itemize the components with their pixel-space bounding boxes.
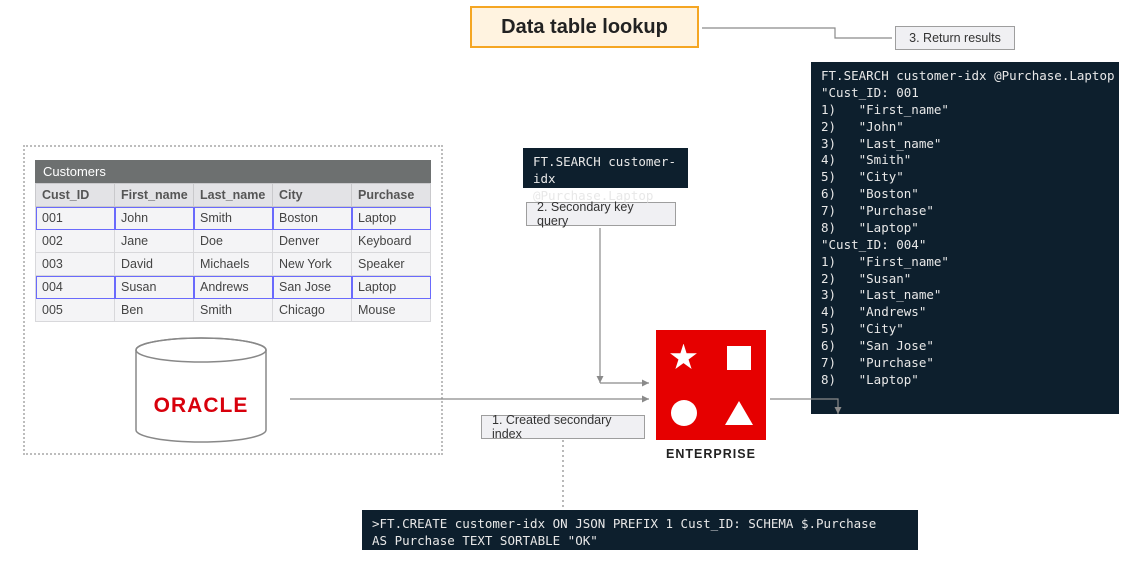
- table-cell: Speaker: [352, 253, 431, 276]
- redis-enterprise-icon: [656, 330, 766, 440]
- table-cell: Boston: [273, 207, 352, 230]
- search-cmd-line1: FT.SEARCH customer-idx: [533, 154, 678, 188]
- result-field-line: 6) "San Jose": [821, 338, 1109, 355]
- table-cell: Michaels: [194, 253, 273, 276]
- table-row: 002JaneDoeDenverKeyboard: [36, 230, 431, 253]
- step-1-label: 1. Created secondary index: [481, 415, 645, 439]
- table-cell: 005: [36, 299, 115, 322]
- result-field-line: 8) "Laptop": [821, 220, 1109, 237]
- table-cell: New York: [273, 253, 352, 276]
- table-row: 003DavidMichaelsNew YorkSpeaker: [36, 253, 431, 276]
- result-field-line: 5) "City": [821, 321, 1109, 338]
- table-row: 001JohnSmithBostonLaptop: [36, 207, 431, 230]
- result-field-line: 1) "First_name": [821, 254, 1109, 271]
- oracle-db-icon: ORACLE: [116, 336, 286, 446]
- redis-label: ENTERPRISE: [656, 447, 766, 461]
- create-cmd-line2: AS Purchase TEXT SORTABLE "OK": [372, 533, 908, 550]
- table-cell: 003: [36, 253, 115, 276]
- table-cell: Doe: [194, 230, 273, 253]
- result-field-line: 3) "Last_name": [821, 287, 1109, 304]
- result-field-line: 4) "Andrews": [821, 304, 1109, 321]
- terminal-search-cmd: FT.SEARCH customer-idx @Purchase.Laptop: [523, 148, 688, 188]
- result-cust-id: "Cust_ID: 001: [821, 85, 1109, 102]
- table-cell: Denver: [273, 230, 352, 253]
- column-header: Cust_ID: [36, 184, 115, 207]
- result-field-line: 7) "Purchase": [821, 203, 1109, 220]
- terminal-create-cmd: >FT.CREATE customer-idx ON JSON PREFIX 1…: [362, 510, 918, 550]
- table-title: Customers: [35, 160, 431, 183]
- column-header: Purchase: [352, 184, 431, 207]
- result-field-line: 2) "Susan": [821, 271, 1109, 288]
- column-header: City: [273, 184, 352, 207]
- triangle-icon: [725, 401, 753, 425]
- table-cell: 001: [36, 207, 115, 230]
- result-cust-id: "Cust_ID: 004": [821, 237, 1109, 254]
- table-cell: Jane: [115, 230, 194, 253]
- step-2-label: 2. Secondary key query: [526, 202, 676, 226]
- table-cell: Smith: [194, 299, 273, 322]
- table-cell: Mouse: [352, 299, 431, 322]
- star-icon: [670, 344, 698, 372]
- table-cell: Andrews: [194, 276, 273, 299]
- table-cell: 002: [36, 230, 115, 253]
- square-icon: [727, 346, 751, 370]
- table-cell: 004: [36, 276, 115, 299]
- column-header: First_name: [115, 184, 194, 207]
- table-row: 005BenSmithChicagoMouse: [36, 299, 431, 322]
- result-field-line: 8) "Laptop": [821, 372, 1109, 389]
- step-3-label: 3. Return results: [895, 26, 1015, 50]
- column-header: Last_name: [194, 184, 273, 207]
- table-cell: Laptop: [352, 276, 431, 299]
- result-field-line: 3) "Last_name": [821, 136, 1109, 153]
- oracle-label: ORACLE: [116, 394, 286, 418]
- table-cell: Smith: [194, 207, 273, 230]
- results-header: FT.SEARCH customer-idx @Purchase.Laptop: [821, 68, 1109, 85]
- table-cell: Laptop: [352, 207, 431, 230]
- table-cell: Susan: [115, 276, 194, 299]
- table-cell: Ben: [115, 299, 194, 322]
- circle-icon: [671, 400, 697, 426]
- search-cmd-line2: @Purchase.Laptop: [533, 188, 678, 205]
- result-field-line: 6) "Boston": [821, 186, 1109, 203]
- result-field-line: 2) "John": [821, 119, 1109, 136]
- result-field-line: 7) "Purchase": [821, 355, 1109, 372]
- table-cell: John: [115, 207, 194, 230]
- table-cell: David: [115, 253, 194, 276]
- diagram-title: Data table lookup: [470, 6, 699, 48]
- table-row: 004SusanAndrewsSan JoseLaptop: [36, 276, 431, 299]
- table-cell: Chicago: [273, 299, 352, 322]
- terminal-results: FT.SEARCH customer-idx @Purchase.Laptop …: [811, 62, 1119, 414]
- table-cell: Keyboard: [352, 230, 431, 253]
- create-cmd-line1: >FT.CREATE customer-idx ON JSON PREFIX 1…: [372, 516, 908, 533]
- table-cell: San Jose: [273, 276, 352, 299]
- result-field-line: 4) "Smith": [821, 152, 1109, 169]
- result-field-line: 5) "City": [821, 169, 1109, 186]
- customers-table: Customers Cust_IDFirst_nameLast_nameCity…: [35, 160, 431, 322]
- result-field-line: 1) "First_name": [821, 102, 1109, 119]
